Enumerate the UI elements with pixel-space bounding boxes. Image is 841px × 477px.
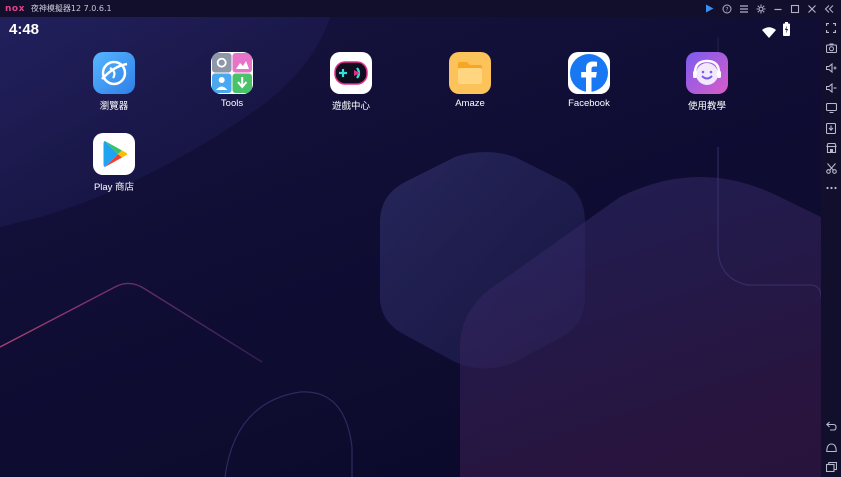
window-controls: ?: [703, 2, 835, 15]
tutorial-icon[interactable]: [686, 52, 728, 94]
app-label: 瀏覽器: [99, 101, 129, 112]
app-facebook[interactable]: Facebook: [544, 52, 634, 109]
settings-icon[interactable]: [754, 2, 767, 15]
tools-icon[interactable]: [211, 52, 253, 94]
right-toolbar: [821, 17, 841, 477]
app-label: 使用教學: [687, 101, 726, 112]
screenshot-icon[interactable]: [824, 41, 838, 55]
android-screen[interactable]: 4:48 瀏覽器 Tools 遊戲中心 Amaze Facebook 使用教學 …: [0, 17, 821, 477]
svg-text:?: ?: [725, 6, 728, 13]
install-apk-icon[interactable]: [824, 121, 838, 135]
volume-down-icon[interactable]: [824, 81, 838, 95]
game-center-icon[interactable]: [330, 52, 372, 94]
app-amaze[interactable]: Amaze: [425, 52, 515, 109]
close-icon[interactable]: [805, 2, 818, 15]
menu-icon[interactable]: [737, 2, 750, 15]
collapse-icon[interactable]: [822, 2, 835, 15]
status-bar: 4:48: [0, 17, 821, 43]
back-icon[interactable]: [824, 419, 838, 433]
app-label: Play 商店: [93, 182, 135, 193]
app-label: Facebook: [568, 98, 610, 109]
shop-icon[interactable]: [824, 141, 838, 155]
window-title-bar: nox 夜神模擬器12 7.0.6.1 ?: [0, 0, 841, 17]
facebook-icon[interactable]: [568, 52, 610, 94]
help-icon[interactable]: ?: [720, 2, 733, 15]
maximize-icon[interactable]: [788, 2, 801, 15]
screen-icon[interactable]: [824, 101, 838, 115]
browser-icon[interactable]: [93, 52, 135, 94]
app-browser[interactable]: 瀏覽器: [69, 52, 159, 112]
window-title: 夜神模擬器12 7.0.6.1: [30, 4, 112, 13]
wifi-icon: [762, 23, 776, 42]
more-icon[interactable]: [824, 181, 838, 195]
app-tutorial[interactable]: 使用教學: [662, 52, 752, 112]
play-icon[interactable]: [703, 2, 716, 15]
home-icon[interactable]: [824, 440, 838, 454]
nox-logo: nox: [5, 3, 25, 14]
folder-icon[interactable]: [449, 52, 491, 94]
volume-up-icon[interactable]: [824, 61, 838, 75]
app-label: 遊戲中心: [331, 101, 370, 112]
play-store-icon[interactable]: [93, 133, 135, 175]
minimize-icon[interactable]: [771, 2, 784, 15]
status-time: 4:48: [9, 21, 40, 38]
battery-icon: [783, 21, 790, 40]
recents-icon[interactable]: [824, 460, 838, 474]
app-play-store[interactable]: Play 商店: [69, 133, 159, 193]
fullscreen-icon[interactable]: [824, 21, 838, 35]
app-game-center[interactable]: 遊戲中心: [306, 52, 396, 112]
app-label: Amaze: [455, 98, 485, 109]
app-tools[interactable]: Tools: [187, 52, 277, 109]
cut-icon[interactable]: [824, 161, 838, 175]
app-label: Tools: [220, 98, 244, 109]
